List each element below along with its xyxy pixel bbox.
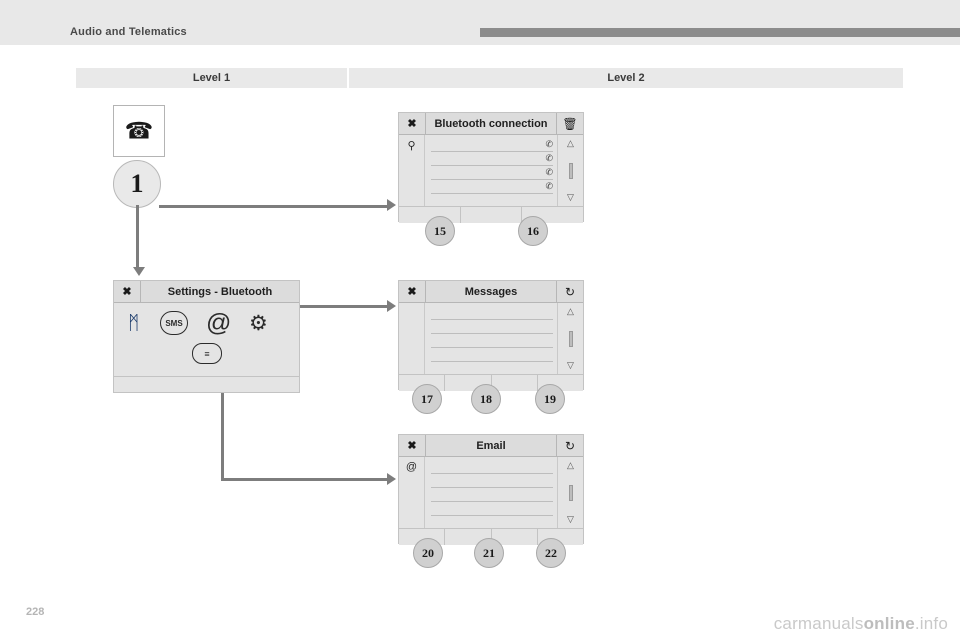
callout-19: 19 <box>535 384 565 414</box>
list-item[interactable] <box>431 320 553 334</box>
page-title: Audio and Telematics <box>70 26 187 38</box>
level-2-header: Level 2 <box>349 68 903 88</box>
watermark-bold: online <box>863 614 915 633</box>
phone-handset-icon: ☎ <box>124 117 154 144</box>
arrow-to-email-screen <box>387 473 396 485</box>
messages-title-bar: ✖ Messages ↻ <box>399 281 583 303</box>
arrow-to-bluetooth-screen <box>387 199 396 211</box>
callout-20: 20 <box>413 538 443 568</box>
messages-left-column <box>399 303 425 374</box>
messages-screen-title: Messages <box>464 285 518 298</box>
email-scrollbar[interactable]: △ ▽ <box>557 457 583 528</box>
settings-title-bar: ✖ Settings - Bluetooth <box>114 281 299 303</box>
page-header: Audio and Telematics <box>0 0 960 45</box>
screen-messages[interactable]: ✖ Messages ↻ △ ▽ <box>398 280 584 391</box>
list-item[interactable] <box>431 502 553 516</box>
level-1-header: Level 1 <box>76 68 349 88</box>
settings-screen-title: Settings - Bluetooth <box>167 285 273 298</box>
email-at-icon: @ <box>399 457 425 528</box>
email-screen-title: Email <box>476 439 506 452</box>
watermark: carmanualsonline.info <box>774 614 948 634</box>
scroll-down-icon[interactable]: ▽ <box>567 192 574 203</box>
footer-cell[interactable] <box>461 207 523 223</box>
screen-bluetooth-connection[interactable]: ✖ Bluetooth connection 🗑 ⚲ ✆ ✆ ✆ ✆ △ ▽ <box>398 112 584 223</box>
settings-icon-grid: ᛗ SMS @ ⚙ ≡ <box>114 303 299 376</box>
close-icon[interactable]: ✖ <box>399 113 426 134</box>
scroll-thumb[interactable] <box>568 162 573 179</box>
phone-device-icon: ✆ <box>545 139 553 149</box>
scroll-thumb[interactable] <box>568 484 573 501</box>
bluetooth-footer <box>399 206 583 223</box>
list-item[interactable] <box>431 348 553 362</box>
list-item[interactable]: ✆ <box>431 166 553 180</box>
sms-icon[interactable]: SMS <box>160 311 188 335</box>
phone-device-icon: ✆ <box>545 181 553 191</box>
list-item[interactable]: ✆ <box>431 180 553 194</box>
search-icon[interactable]: ⚲ <box>399 135 425 206</box>
close-icon[interactable]: ✖ <box>399 435 426 456</box>
close-icon[interactable]: ✖ <box>114 281 141 302</box>
step-marker-1: 1 <box>113 160 161 208</box>
watermark-plain: carmanuals <box>773 614 864 633</box>
screen-email[interactable]: ✖ Email ↻ @ △ ▽ <box>398 434 584 545</box>
bluetooth-screen-title: Bluetooth connection <box>434 117 548 130</box>
refresh-icon[interactable]: ↻ <box>556 435 583 456</box>
callout-16: 16 <box>518 216 548 246</box>
email-at-icon[interactable]: @ <box>206 309 231 338</box>
scroll-up-icon[interactable]: △ <box>567 138 574 149</box>
scroll-down-icon[interactable]: ▽ <box>567 360 574 371</box>
settings-footer <box>114 376 299 394</box>
refresh-icon[interactable]: ↻ <box>556 281 583 302</box>
chat-bubble-icon[interactable]: ≡ <box>192 343 222 364</box>
scroll-up-icon[interactable]: △ <box>567 306 574 317</box>
level-table: Level 1 Level 2 <box>75 67 904 89</box>
list-item[interactable] <box>431 460 553 474</box>
phone-device-icon: ✆ <box>545 167 553 177</box>
scroll-up-icon[interactable]: △ <box>567 460 574 471</box>
scroll-down-icon[interactable]: ▽ <box>567 514 574 525</box>
list-item[interactable] <box>431 334 553 348</box>
callout-17: 17 <box>412 384 442 414</box>
callout-18: 18 <box>471 384 501 414</box>
list-item[interactable] <box>431 488 553 502</box>
list-item[interactable] <box>431 306 553 320</box>
bluetooth-body: ⚲ ✆ ✆ ✆ ✆ △ ▽ <box>399 135 583 206</box>
watermark-suffix: .info <box>914 614 948 633</box>
header-accent-bar <box>480 28 960 37</box>
email-body: @ △ ▽ <box>399 457 583 528</box>
phone-menu-icon-box[interactable]: ☎ <box>113 105 165 157</box>
list-item[interactable]: ✆ <box>431 138 553 152</box>
email-title-bar: ✖ Email ↻ <box>399 435 583 457</box>
email-list[interactable] <box>425 457 557 528</box>
arrow-to-settings-screen <box>133 267 145 276</box>
arrow-to-messages-screen <box>387 300 396 312</box>
screen-settings-bluetooth[interactable]: ✖ Settings - Bluetooth ᛗ SMS @ ⚙ ≡ <box>113 280 300 393</box>
list-item[interactable]: ✆ <box>431 152 553 166</box>
footer-cell[interactable] <box>492 375 538 391</box>
messages-scrollbar[interactable]: △ ▽ <box>557 303 583 374</box>
connector-h-step1-bluetooth <box>159 205 387 208</box>
messages-list[interactable] <box>425 303 557 374</box>
connector-h-email <box>221 478 387 481</box>
messages-body: △ ▽ <box>399 303 583 374</box>
callout-22: 22 <box>536 538 566 568</box>
callout-21: 21 <box>474 538 504 568</box>
phone-device-icon: ✆ <box>545 153 553 163</box>
scroll-thumb[interactable] <box>568 330 573 347</box>
callout-15: 15 <box>425 216 455 246</box>
bluetooth-scrollbar[interactable]: △ ▽ <box>557 135 583 206</box>
trash-icon[interactable]: 🗑 <box>556 113 583 134</box>
bluetooth-icon[interactable]: ᛗ <box>128 313 139 335</box>
bluetooth-device-list[interactable]: ✆ ✆ ✆ ✆ <box>425 135 557 206</box>
close-icon[interactable]: ✖ <box>399 281 426 302</box>
page-number: 228 <box>26 606 45 618</box>
connector-v-step1-settings <box>136 205 139 267</box>
list-item[interactable] <box>431 474 553 488</box>
bluetooth-title-bar: ✖ Bluetooth connection 🗑 <box>399 113 583 135</box>
gear-icon[interactable]: ⚙ <box>249 311 268 336</box>
